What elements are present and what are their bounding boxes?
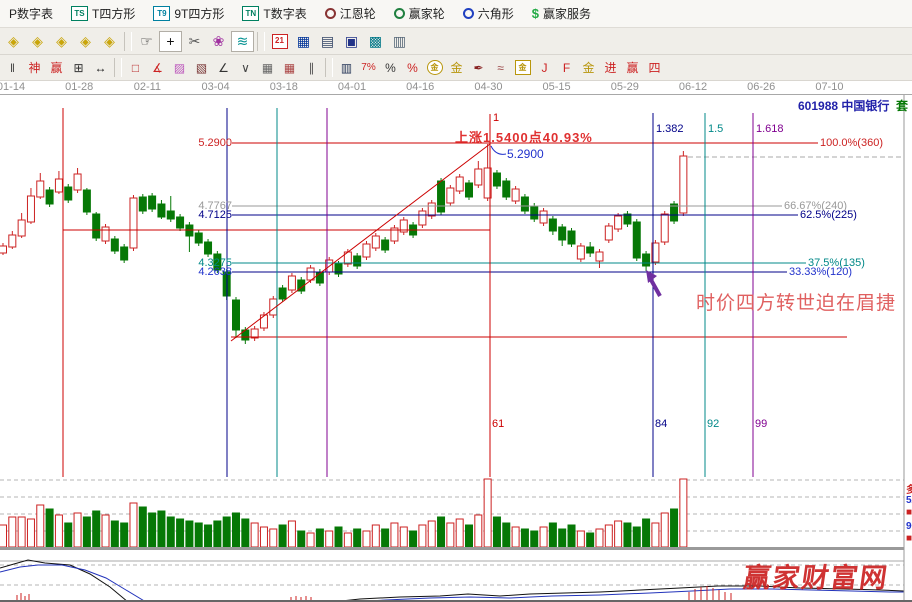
- winner-wheel-icon: [394, 8, 405, 19]
- nav-diamond-4-icon[interactable]: ◈: [74, 31, 97, 52]
- t-number-icon: TN: [242, 6, 259, 21]
- calendar-tool-icon: 21: [272, 34, 288, 49]
- gann-wheel-icon: [325, 8, 336, 19]
- cut-tool-icon[interactable]: ✂: [183, 31, 206, 52]
- gold-circle-tool-icon: 金: [427, 60, 443, 75]
- rect-tool-icon[interactable]: □: [125, 57, 146, 78]
- gann-fan-tool-icon[interactable]: ∡: [147, 57, 168, 78]
- percent-line-tool-icon[interactable]: %: [402, 57, 423, 78]
- hand-tool-icon[interactable]: ☞: [135, 31, 158, 52]
- tab-T数字表[interactable]: TN T数字表: [233, 0, 315, 27]
- toolbar-separator: [124, 32, 132, 51]
- four-angle-tool-icon[interactable]: 四: [644, 57, 665, 78]
- winner-service-icon: $: [532, 6, 539, 21]
- width-measure-tool-icon[interactable]: ↔: [90, 57, 111, 78]
- tab-label: P数字表: [9, 5, 53, 22]
- tab-赢家服务[interactable]: $ 赢家服务: [523, 0, 600, 27]
- toolbar-gann: ‖神赢⊞↔□∡▨▧∠∨▦▦∥▥7%%%金金✒≈金JF金进赢四: [0, 55, 912, 81]
- t-square-icon: TS: [71, 6, 88, 21]
- gann-grid-tool-icon[interactable]: ▧: [191, 57, 212, 78]
- stats-column-tool-icon[interactable]: ▥: [336, 57, 357, 78]
- gold-box-tool-icon[interactable]: 金: [512, 57, 533, 78]
- tab-P数字表[interactable]: P数字表: [0, 0, 62, 27]
- tab-label: T数字表: [263, 5, 306, 22]
- export-tool-icon[interactable]: ▩: [364, 31, 387, 52]
- shen-tool-icon[interactable]: 神: [24, 57, 45, 78]
- date-tick: 02-11: [134, 81, 161, 93]
- date-tick: 07-10: [815, 81, 843, 93]
- tab-label: T四方形: [92, 5, 135, 22]
- date-tick: 01-28: [65, 81, 93, 93]
- tab-江恩轮[interactable]: 江恩轮: [316, 0, 385, 27]
- clover-tool-icon[interactable]: ❀: [207, 31, 230, 52]
- toolbar-separator: [325, 58, 333, 77]
- tab-bar: P数字表 TS T四方形 T9 9T四方形 TN T数字表 江恩轮 赢家轮 六角形 $ 赢家服务: [0, 0, 912, 28]
- app-window: 601988 中国银行 套 上涨1.5400点40.93% 5.2900 时价四…: [0, 0, 912, 602]
- wave-band-tool-icon[interactable]: ≈: [490, 57, 511, 78]
- jin-angle-tool-icon[interactable]: 进: [600, 57, 621, 78]
- date-tick: 06-12: [679, 81, 707, 93]
- crosshair-tool-icon[interactable]: +: [159, 31, 182, 52]
- date-axis: 01-14 01-28 02-11 03-04 03-18 04-01 04-16 04-30…: [0, 81, 912, 95]
- tab-label: 赢家服务: [543, 5, 591, 22]
- date-tick: 05-29: [611, 81, 639, 93]
- tab-label: 赢家轮: [409, 5, 445, 22]
- gann-box-tool-icon[interactable]: ▨: [169, 57, 190, 78]
- grid-red-tool-icon[interactable]: ▦: [279, 57, 300, 78]
- gold-line-tool-icon[interactable]: 金: [446, 57, 467, 78]
- date-tick: 04-01: [338, 81, 366, 93]
- notes-tool-icon[interactable]: ▤: [316, 31, 339, 52]
- date-tick: 06-26: [747, 81, 775, 93]
- gold-circle-tool-icon[interactable]: 金: [424, 57, 445, 78]
- gold-angle-tool-icon[interactable]: 金: [578, 57, 599, 78]
- tab-label: 9T四方形: [174, 5, 224, 22]
- tab-六角形[interactable]: 六角形: [454, 0, 523, 27]
- tab-label: 六角形: [478, 5, 514, 22]
- grid-tool-icon[interactable]: ▦: [257, 57, 278, 78]
- t9-square-icon: T9: [153, 6, 170, 21]
- clipped-tool-icon[interactable]: ‖: [2, 57, 23, 78]
- ruler-123-tool-icon[interactable]: ⊞: [68, 57, 89, 78]
- calculator-tool-icon[interactable]: ▦: [292, 31, 315, 52]
- save-tool-icon[interactable]: ▣: [340, 31, 363, 52]
- print-tool-icon[interactable]: ▥: [388, 31, 411, 52]
- date-tick: 03-04: [202, 81, 230, 93]
- toolbar-main: ◈◈◈◈◈☞+✂❀≋21▦▤▣▩▥: [0, 28, 912, 55]
- tab-9T四方形[interactable]: T9 9T四方形: [144, 0, 233, 27]
- zigzag-tool-icon[interactable]: ∨: [235, 57, 256, 78]
- nav-diamond-1-icon[interactable]: ◈: [2, 31, 25, 52]
- date-tick: 05-15: [543, 81, 571, 93]
- toolbar-separator: [257, 32, 265, 51]
- parallel-tool-icon[interactable]: ∥: [301, 57, 322, 78]
- date-tick: 04-16: [406, 81, 434, 93]
- win-angle-tool-icon[interactable]: 赢: [622, 57, 643, 78]
- date-tick: 04-30: [474, 81, 502, 93]
- tab-赢家轮[interactable]: 赢家轮: [385, 0, 454, 27]
- percent-band-tool-icon[interactable]: 7%: [358, 57, 379, 78]
- f-angle-tool-icon[interactable]: F: [556, 57, 577, 78]
- date-tick: 03-18: [270, 81, 298, 93]
- date-tick: 01-14: [0, 81, 25, 93]
- win-tool-icon[interactable]: 赢: [46, 57, 67, 78]
- wave-pattern-tool-icon[interactable]: ≋: [231, 31, 254, 52]
- nav-diamond-5-icon[interactable]: ◈: [98, 31, 121, 52]
- gold-box-tool-icon: 金: [515, 60, 531, 75]
- j-angle-tool-icon[interactable]: J: [534, 57, 555, 78]
- nav-diamond-2-icon[interactable]: ◈: [26, 31, 49, 52]
- calendar-tool-icon[interactable]: 21: [268, 31, 291, 52]
- nav-diamond-3-icon[interactable]: ◈: [50, 31, 73, 52]
- ink-flag-tool-icon[interactable]: ✒: [468, 57, 489, 78]
- hexagon-icon: [463, 8, 474, 19]
- tab-T四方形[interactable]: TS T四方形: [62, 0, 144, 27]
- toolbar-separator: [114, 58, 122, 77]
- tab-label: 江恩轮: [340, 5, 376, 22]
- angles-tool-icon[interactable]: ∠: [213, 57, 234, 78]
- percent-tool-icon[interactable]: %: [380, 57, 401, 78]
